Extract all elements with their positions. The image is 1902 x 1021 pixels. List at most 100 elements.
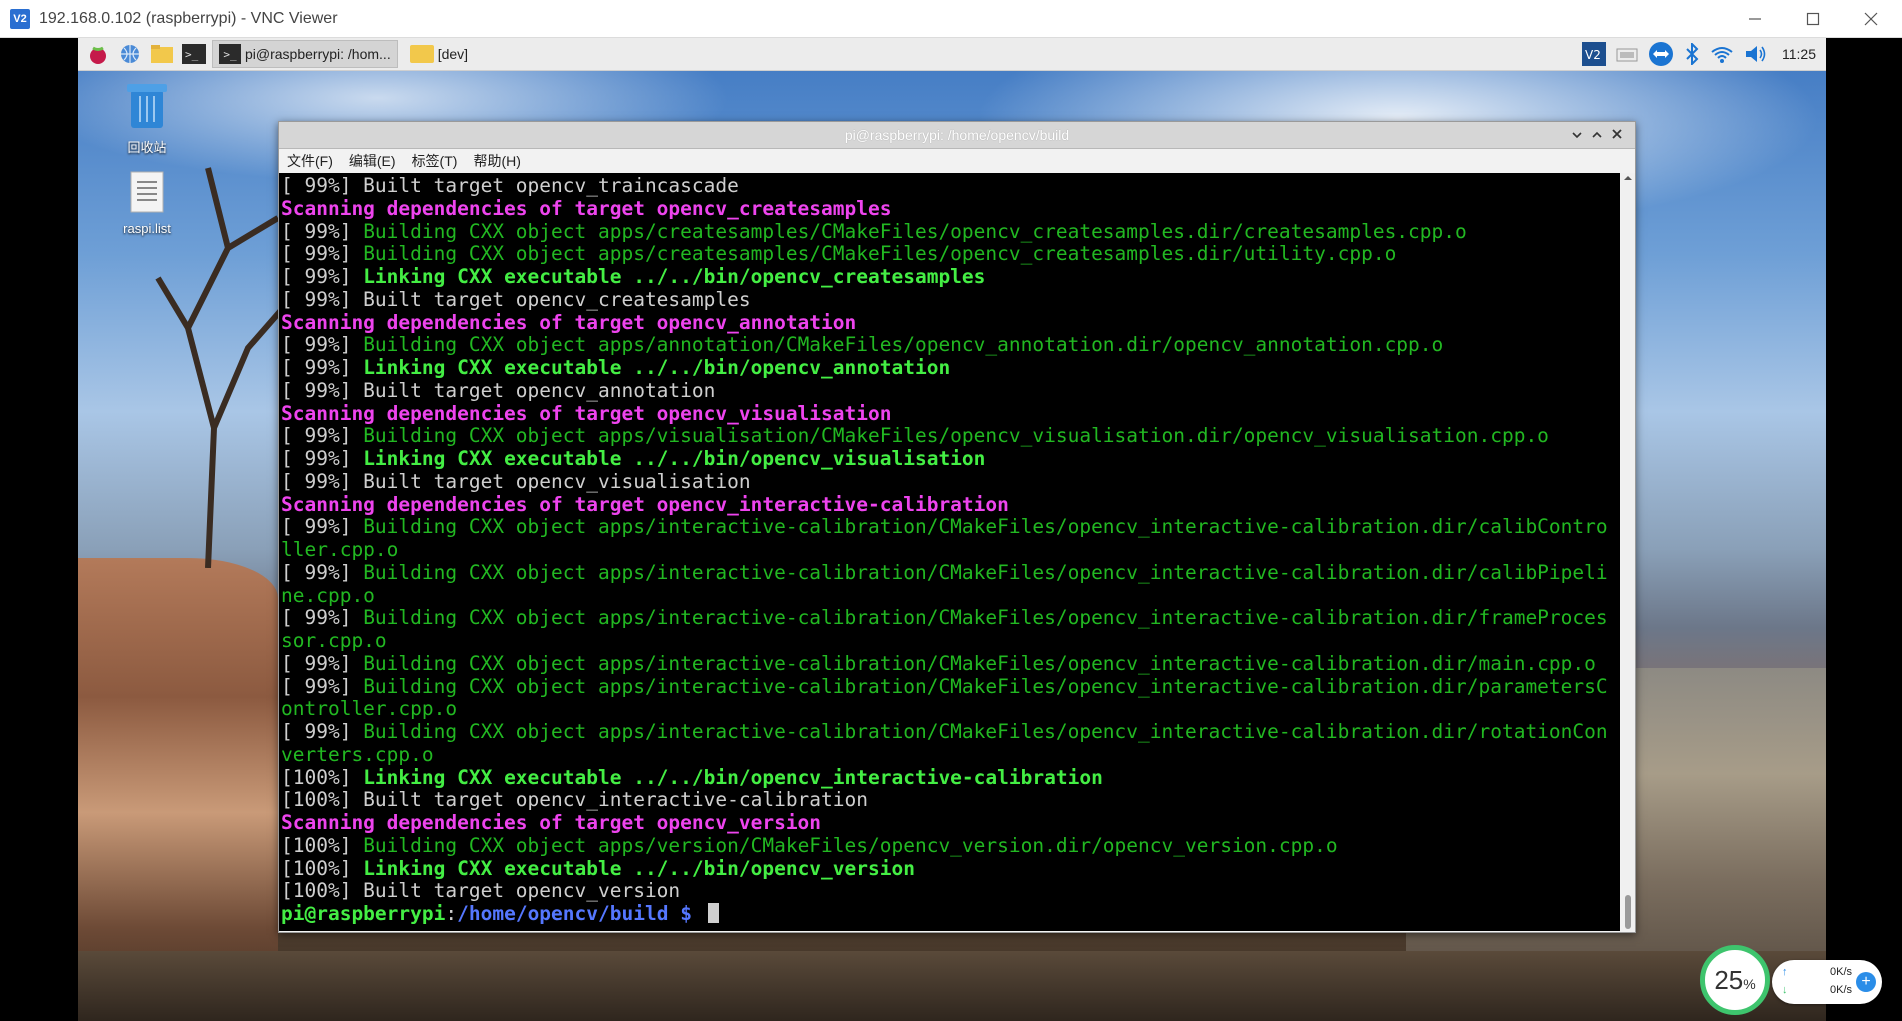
- menu-edit[interactable]: 编辑(E): [349, 151, 396, 171]
- terminal-line: [ 99%] Building CXX object apps/interact…: [281, 674, 1620, 699]
- maximize-button[interactable]: [1786, 0, 1840, 37]
- terminal-prompt[interactable]: pi@raspberrypi:/home/opencv/build $: [281, 902, 1620, 926]
- add-button[interactable]: +: [1856, 972, 1876, 992]
- text-cursor: [707, 903, 719, 923]
- menu-tabs[interactable]: 标签(T): [412, 151, 458, 171]
- task-label: [dev]: [437, 46, 469, 62]
- cpu-usage-ring[interactable]: 25%: [1700, 945, 1770, 1015]
- folder-icon: [409, 45, 434, 63]
- terminal-text-segment: Building CXX object apps/interactive-cal…: [363, 515, 1608, 539]
- vnc-logo-icon: V2: [10, 8, 30, 29]
- terminal-text-segment: Linking CXX executable ../../bin/opencv_…: [363, 765, 1103, 789]
- terminal-titlebar[interactable]: pi@raspberrypi: /home/opencv/build: [279, 122, 1635, 149]
- terminal-line: [ 99%] Built target opencv_createsamples: [281, 288, 1620, 312]
- system-tray: V2 11:25: [1572, 38, 1816, 70]
- usage-percent-unit: %: [1743, 976, 1756, 992]
- raspberry-menu-button[interactable]: [86, 42, 110, 66]
- terminal-close-button[interactable]: [1607, 128, 1627, 142]
- terminal-line: [100%] Built target opencv_version: [281, 879, 1620, 903]
- svg-text:V2: V2: [1585, 48, 1601, 62]
- terminal-line: ller.cpp.o: [281, 538, 1620, 562]
- bluetooth-icon[interactable]: [1684, 43, 1700, 65]
- terminal-text-segment: Building CXX object apps/interactive-cal…: [363, 674, 1608, 698]
- terminal-launcher[interactable]: >_: [182, 42, 206, 66]
- vnc-server-icon[interactable]: V2: [1582, 42, 1606, 66]
- terminal-text-segment: [ 99%]: [281, 720, 364, 743]
- close-icon: [1612, 129, 1622, 139]
- terminal-scrollbar[interactable]: [1621, 173, 1635, 931]
- desktop-icon-raspi-list[interactable]: raspi.list: [102, 170, 192, 236]
- terminal-line: [ 99%] Linking CXX executable ../../bin/…: [281, 356, 1620, 380]
- remote-desktop[interactable]: >_ >_ pi@raspberrypi: /hom... [dev] V2 1…: [78, 38, 1826, 1021]
- volume-icon[interactable]: [1744, 44, 1768, 64]
- terminal-line: [100%] Linking CXX executable ../../bin/…: [281, 765, 1620, 790]
- terminal-text-segment: Linking CXX executable ../../bin/opencv_…: [363, 265, 986, 288]
- cpu-monitor-icon[interactable]: [1616, 44, 1638, 64]
- terminal-line: [ 99%] Building CXX object apps/interact…: [281, 561, 1620, 585]
- terminal-text-segment: Building CXX object apps/annotation/CMak…: [363, 333, 1444, 357]
- menu-file[interactable]: 文件(F): [287, 151, 333, 171]
- terminal-text-segment: [ 99%]: [281, 356, 364, 379]
- usage-percent: 25: [1714, 964, 1744, 995]
- terminal-line: [ 99%] Building CXX object apps/interact…: [281, 515, 1620, 539]
- menu-help[interactable]: 帮助(H): [473, 151, 520, 171]
- vnc-titlebar: V2 192.168.0.102 (raspberrypi) - VNC Vie…: [0, 0, 1902, 38]
- minimize-icon: [1749, 17, 1761, 20]
- panel-clock[interactable]: 11:25: [1782, 46, 1816, 62]
- terminal-line: Scanning dependencies of target opencv_a…: [281, 310, 1620, 335]
- globe-icon: [121, 45, 139, 63]
- terminal-text-segment: [ 99%]: [281, 219, 364, 243]
- top-panel: >_ >_ pi@raspberrypi: /hom... [dev] V2 1…: [78, 38, 1826, 71]
- terminal-line: [ 99%] Building CXX object apps/interact…: [281, 720, 1620, 744]
- terminal-text-segment: ne.cpp.o: [281, 583, 375, 607]
- terminal-window[interactable]: pi@raspberrypi: /home/opencv/build 文件(F)…: [278, 121, 1636, 933]
- task-terminal[interactable]: >_ pi@raspberrypi: /hom...: [212, 40, 398, 68]
- terminal-line: [ 99%] Linking CXX executable ../../bin/…: [281, 265, 1620, 289]
- scrollbar-thumb[interactable]: [1625, 895, 1631, 929]
- download-arrow-icon: ↓: [1782, 984, 1788, 996]
- prompt-path: /home/opencv/build: [457, 902, 669, 925]
- terminal-line: [ 99%] Built target opencv_annotation: [281, 378, 1620, 403]
- window-title: 192.168.0.102 (raspberrypi) - VNC Viewer: [39, 9, 338, 27]
- terminal-text-segment: [ 99%]: [281, 447, 364, 470]
- upload-speed: 0K/s: [1829, 966, 1852, 978]
- terminal-line: ontroller.cpp.o: [281, 697, 1620, 721]
- terminal-text-segment: sor.cpp.o: [281, 629, 387, 652]
- terminal-text-segment: [100%]: [281, 856, 364, 880]
- terminal-text-segment: [ 99%]: [281, 606, 364, 630]
- terminal-line: [ 99%] Building CXX object apps/createsa…: [281, 219, 1620, 244]
- terminal-line: verters.cpp.o: [281, 743, 1620, 767]
- network-speed-widget[interactable]: 25% ↑ 0K/s ↓ 0K/s +: [1700, 945, 1890, 1015]
- terminal-line: [100%] Built target opencv_interactive-c…: [281, 788, 1620, 812]
- terminal-text-segment: Scanning dependencies of target opencv_a…: [281, 310, 857, 334]
- terminal-text-segment: ontroller.cpp.o: [281, 697, 458, 721]
- file-manager-launcher[interactable]: [150, 42, 174, 66]
- browser-launcher[interactable]: [118, 42, 142, 66]
- terminal-icon: >_: [219, 44, 241, 64]
- svg-text:>_: >_: [185, 48, 199, 61]
- close-button[interactable]: [1844, 0, 1898, 37]
- terminal-text-segment: [ 99%] Built target opencv_traincascade: [281, 174, 739, 197]
- terminal-text-segment: Scanning dependencies of target opencv_v…: [281, 401, 892, 425]
- teamviewer-icon[interactable]: [1648, 41, 1674, 67]
- terminal-text-segment: [ 99%] Built target opencv_visualisation: [281, 469, 751, 493]
- terminal-text-segment: [ 99%]: [281, 651, 364, 675]
- terminal-line: [ 99%] Building CXX object apps/interact…: [281, 606, 1620, 630]
- terminal-text-segment: [ 99%] Built target opencv_annotation: [281, 378, 716, 402]
- terminal-text-segment: Building CXX object apps/interactive-cal…: [363, 651, 1596, 675]
- terminal-output[interactable]: [ 99%] Built target opencv_traincascade S…: [279, 173, 1620, 931]
- desktop-icon-label: 回收站: [127, 140, 167, 155]
- terminal-line: [100%] Building CXX object apps/version/…: [281, 834, 1620, 858]
- terminal-line: sor.cpp.o: [281, 629, 1620, 653]
- terminal-minimize-button[interactable]: [1567, 128, 1587, 142]
- terminal-line: Scanning dependencies of target opencv_i…: [281, 493, 1620, 517]
- prompt-user: pi@raspberrypi: [281, 902, 446, 925]
- download-row: ↓ 0K/s: [1782, 984, 1852, 996]
- terminal-line: [ 99%] Building CXX object apps/createsa…: [281, 242, 1620, 266]
- minimize-button[interactable]: [1728, 0, 1782, 37]
- task-file-manager[interactable]: [dev]: [404, 41, 474, 67]
- desktop-icon-label: raspi.list: [123, 221, 171, 236]
- desktop-icon-trash[interactable]: 回收站: [102, 80, 192, 156]
- terminal-maximize-button[interactable]: [1587, 128, 1607, 142]
- wifi-icon[interactable]: [1710, 44, 1734, 64]
